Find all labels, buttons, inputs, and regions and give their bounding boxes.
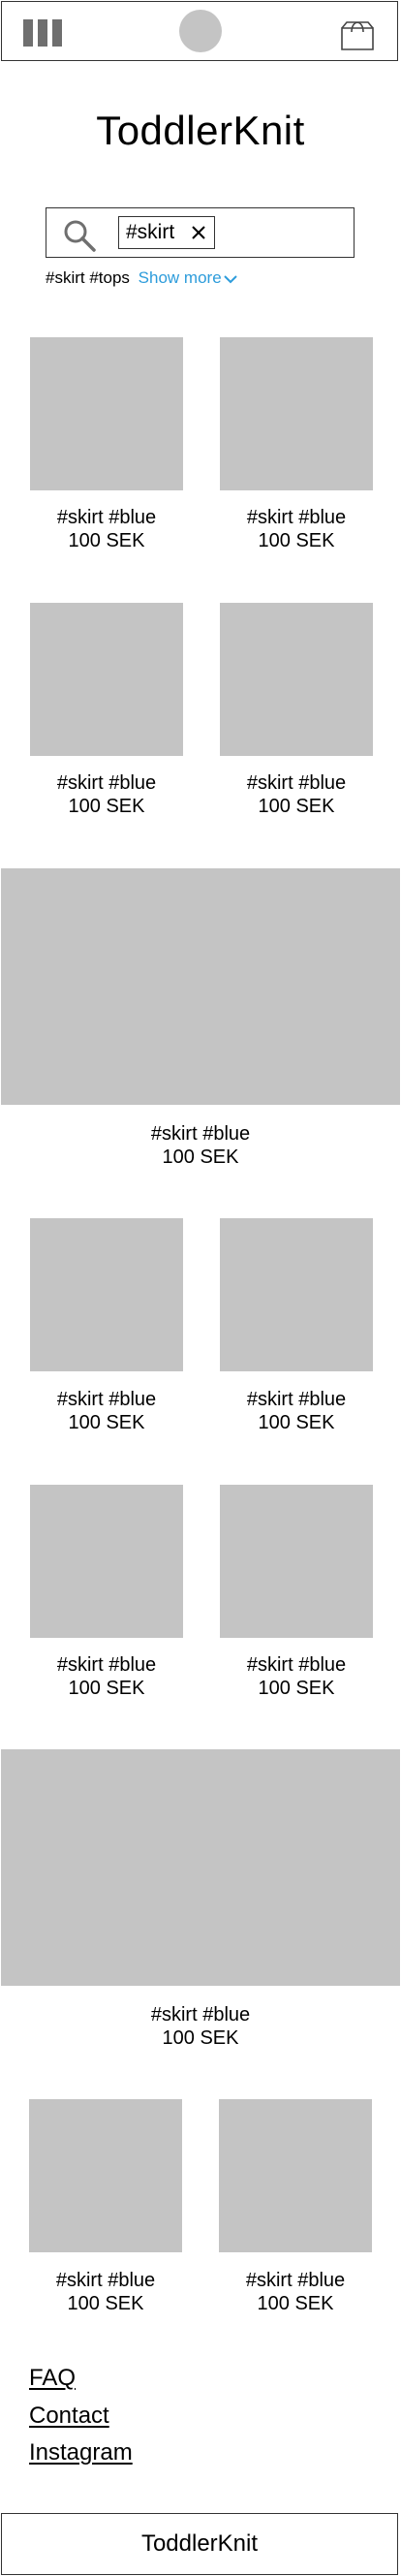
product-tags: #skirt #blue xyxy=(246,507,347,528)
product-caption[interactable]: #skirt #blue 100 SEK xyxy=(30,771,183,818)
product-image[interactable] xyxy=(30,337,183,490)
close-icon[interactable] xyxy=(191,225,206,240)
search-icon[interactable] xyxy=(62,218,97,253)
product-price: 100 SEK xyxy=(68,1412,145,1433)
product-tags: #skirt #blue xyxy=(56,1654,157,1676)
search-input[interactable]: #skirt xyxy=(46,207,355,258)
product-tags: #skirt #blue xyxy=(56,1389,157,1410)
product-caption[interactable]: #skirt #blue 100 SEK xyxy=(220,1653,373,1700)
product-price: 100 SEK xyxy=(162,1147,239,1168)
product-tags: #skirt #blue xyxy=(56,507,157,528)
show-more-button[interactable]: Show more xyxy=(139,268,237,287)
search-tag-chip[interactable]: #skirt xyxy=(118,216,215,249)
product-image[interactable] xyxy=(29,2099,182,2252)
product-image[interactable] xyxy=(219,2099,372,2252)
product-price: 100 SEK xyxy=(68,796,145,817)
product-caption[interactable]: #skirt #blue 100 SEK xyxy=(29,2269,182,2315)
tag-suggestions: #skirt #tops Show more xyxy=(46,268,237,288)
product-caption[interactable]: #skirt #blue 100 SEK xyxy=(220,771,373,818)
product-image[interactable] xyxy=(1,868,400,1105)
footer-link-faq[interactable]: FAQ xyxy=(29,2365,76,2392)
chevron-down-icon xyxy=(223,274,237,283)
product-price: 100 SEK xyxy=(67,2293,144,2314)
product-price: 100 SEK xyxy=(68,1678,145,1699)
product-caption[interactable]: #skirt #blue 100 SEK xyxy=(220,506,373,552)
footer-link-contact[interactable]: Contact xyxy=(29,2403,109,2430)
product-image[interactable] xyxy=(220,603,373,756)
product-image[interactable] xyxy=(220,1218,373,1371)
search-tag-label: #skirt xyxy=(126,221,175,243)
avatar[interactable] xyxy=(179,10,222,52)
top-bar xyxy=(1,1,398,61)
page-title: ToddlerKnit xyxy=(96,108,305,153)
product-image[interactable] xyxy=(30,603,183,756)
product-caption[interactable]: #skirt #blue 100 SEK xyxy=(30,1388,183,1434)
product-caption[interactable]: #skirt #blue 100 SEK xyxy=(220,1388,373,1434)
product-price: 100 SEK xyxy=(258,1412,335,1433)
product-tags: #skirt #blue xyxy=(246,1654,347,1676)
product-price: 100 SEK xyxy=(162,2027,239,2049)
product-image[interactable] xyxy=(220,337,373,490)
product-image[interactable] xyxy=(220,1485,373,1638)
product-tags: #skirt #blue xyxy=(245,2270,346,2291)
show-more-label: Show more xyxy=(138,268,222,287)
product-image[interactable] xyxy=(30,1218,183,1371)
product-tags: #skirt #blue xyxy=(56,772,157,794)
product-caption[interactable]: #skirt #blue 100 SEK xyxy=(30,506,183,552)
product-caption[interactable]: #skirt #blue 100 SEK xyxy=(0,2003,401,2050)
product-price: 100 SEK xyxy=(68,530,145,551)
product-tags: #skirt #blue xyxy=(150,2004,251,2026)
menu-icon[interactable] xyxy=(23,19,62,47)
product-price: 100 SEK xyxy=(258,530,335,551)
product-price: 100 SEK xyxy=(257,2293,334,2314)
product-tags: #skirt #blue xyxy=(150,1123,251,1145)
product-image[interactable] xyxy=(30,1485,183,1638)
suggested-tags[interactable]: #skirt #tops xyxy=(46,268,130,287)
product-caption[interactable]: #skirt #blue 100 SEK xyxy=(0,1122,401,1169)
product-tags: #skirt #blue xyxy=(246,1389,347,1410)
product-image[interactable] xyxy=(1,1749,400,1986)
product-tags: #skirt #blue xyxy=(55,2270,156,2291)
product-caption[interactable]: #skirt #blue 100 SEK xyxy=(219,2269,372,2315)
product-price: 100 SEK xyxy=(258,796,335,817)
product-tags: #skirt #blue xyxy=(246,772,347,794)
shopping-bag-icon[interactable] xyxy=(339,16,376,51)
footer-brand: ToddlerKnit xyxy=(1,2513,398,2575)
product-caption[interactable]: #skirt #blue 100 SEK xyxy=(30,1653,183,1700)
product-price: 100 SEK xyxy=(258,1678,335,1699)
footer-link-instagram[interactable]: Instagram xyxy=(29,2439,133,2466)
